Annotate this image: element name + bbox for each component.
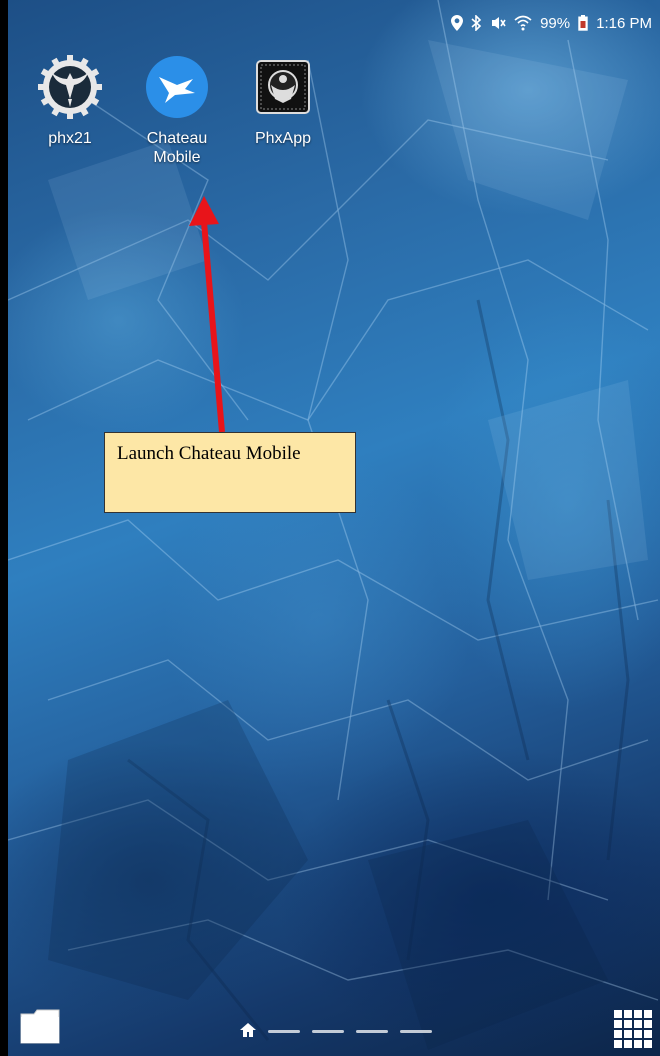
page-dot[interactable] [268,1030,300,1033]
app-label: phx21 [48,130,92,147]
page-dot[interactable] [356,1030,388,1033]
page-dot[interactable] [400,1030,432,1033]
mute-icon [490,15,506,31]
home-screen: 99% 1:16 PM phx21 Chateau Mobile PhxApp … [8,0,660,1056]
phxapp-icon [251,55,315,119]
status-bar: 99% 1:16 PM [451,12,652,34]
app-phxapp[interactable]: PhxApp [233,55,333,148]
clock: 1:16 PM [596,14,652,32]
bluetooth-icon [471,15,482,31]
app-label: Chateau Mobile [146,130,208,166]
ice-wallpaper [8,0,659,1050]
app-drawer-grid-icon[interactable] [612,1008,652,1048]
chateau-mobile-bird-icon [145,55,209,119]
home-icon[interactable] [240,1022,256,1041]
battery-percent: 99% [540,14,571,32]
app-label: PhxApp [254,130,312,147]
location-icon [451,15,464,31]
page-dot[interactable] [312,1030,344,1033]
app-phx21[interactable]: phx21 [20,55,120,148]
annotation-callout: Launch Chateau Mobile [104,432,356,513]
wifi-icon [514,15,532,31]
battery-icon [578,15,588,31]
phx21-gear-bird-icon [38,55,102,119]
app-chateau-mobile[interactable]: Chateau Mobile [127,55,227,167]
folder-icon[interactable] [20,1008,60,1044]
page-indicator[interactable] [240,1022,432,1041]
